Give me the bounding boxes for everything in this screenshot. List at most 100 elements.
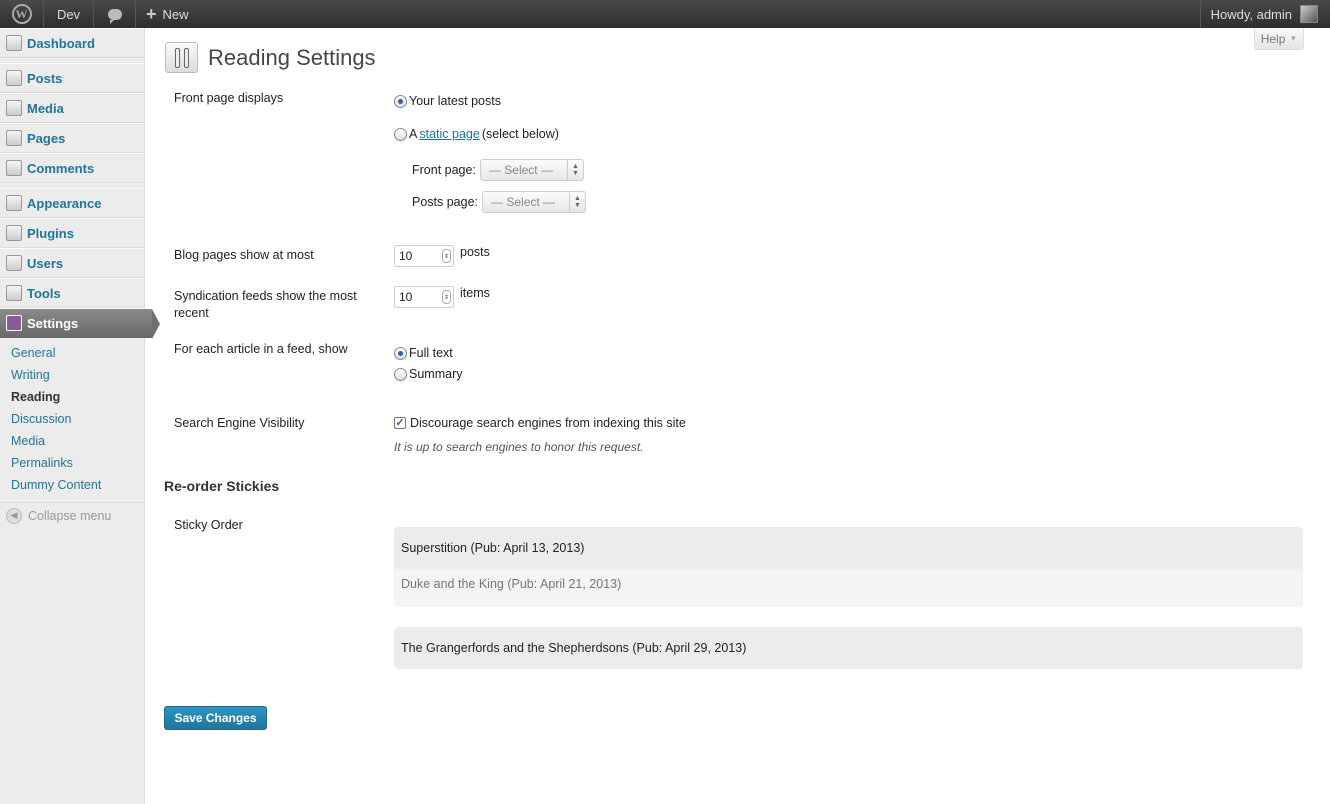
settings-icon [6, 315, 22, 331]
radio-label: A [409, 127, 418, 141]
sidebar-item-tools[interactable]: Tools [0, 278, 144, 308]
front-page-label: Front page displays [174, 91, 284, 105]
sidebar-item-posts[interactable]: Posts [0, 63, 144, 93]
radio-label: Full text [409, 346, 453, 360]
submenu-discussion[interactable]: Discussion [0, 408, 144, 430]
avatar [1300, 5, 1318, 23]
radio-label-suffix: (select below) [481, 127, 559, 141]
save-changes-button[interactable]: Save Changes [164, 706, 267, 730]
sidebar-item-pages[interactable]: Pages [0, 123, 144, 153]
static-page-link[interactable]: static page [419, 127, 479, 141]
main-content: Help ▼ Reading Settings Front page displ… [145, 28, 1330, 804]
sidebar-item-label: Settings [27, 315, 79, 331]
my-account-menu[interactable]: Howdy, admin [1199, 0, 1330, 28]
syndication-label: Syndication feeds show the most recent [174, 289, 357, 320]
reorder-stickies-heading: Re-order Stickies [164, 478, 280, 494]
help-label: Help [1260, 31, 1286, 46]
plus-icon: + [146, 4, 157, 24]
new-label: New [162, 6, 189, 22]
sidebar-item-label: Appearance [27, 195, 102, 211]
sidebar-item-label: Posts [27, 70, 63, 86]
comments-button[interactable] [94, 0, 136, 28]
sticky-order-label: Sticky Order [174, 518, 243, 532]
dashboard-icon [6, 35, 22, 51]
sidebar-item-users[interactable]: Users [0, 248, 144, 278]
blog-pages-label: Blog pages show at most [174, 248, 314, 262]
checkbox-label: Discourage search engines from indexing … [410, 416, 686, 430]
collapse-menu-button[interactable]: ◀ Collapse menu [0, 502, 144, 528]
blog-pages-field: 10 ⇕ posts [394, 245, 490, 267]
radio-button-selected[interactable] [394, 346, 407, 360]
blog-pages-input[interactable]: 10 ⇕ [394, 245, 454, 267]
site-name-link[interactable]: Dev [44, 0, 94, 28]
syndication-field: 10 ⇕ items [394, 286, 490, 308]
submenu-general[interactable]: General [0, 342, 144, 364]
radio-static-page[interactable]: A static page (select below) [394, 127, 559, 141]
submenu-permalinks[interactable]: Permalinks [0, 452, 144, 474]
submenu-dummy-content[interactable]: Dummy Content [0, 474, 144, 496]
submenu-media[interactable]: Media [0, 430, 144, 452]
tools-icon [6, 285, 22, 301]
sticky-item[interactable]: Superstition (Pub: April 13, 2013) [394, 527, 1303, 569]
front-page-select-label: Front page: [412, 163, 476, 177]
radio-latest-posts[interactable]: Your latest posts [394, 94, 501, 108]
sidebar-item-media[interactable]: Media [0, 93, 144, 123]
sidebar-item-label: Pages [27, 130, 66, 146]
select-value: — Select — [488, 163, 553, 177]
sidebar-item-comments[interactable]: Comments [0, 153, 144, 183]
syndication-input[interactable]: 10 ⇕ [394, 286, 454, 308]
front-page-select-row: Front page: — Select — ▲ ▼ [412, 159, 584, 181]
checkbox-checked[interactable]: ✓ [394, 417, 406, 429]
new-content-button[interactable]: + New [136, 0, 199, 28]
search-engine-label: Search Engine Visibility [174, 416, 305, 430]
number-value: 10 [399, 290, 413, 304]
sidebar-item-dashboard[interactable]: Dashboard [0, 28, 144, 58]
help-button[interactable]: Help ▼ [1254, 28, 1304, 50]
sidebar-item-label: Comments [27, 160, 95, 176]
radio-button-selected[interactable] [394, 94, 407, 108]
front-page-select[interactable]: — Select — ▲ ▼ [479, 159, 584, 181]
pages-icon [6, 130, 22, 146]
sticky-item[interactable]: Duke and the King (Pub: April 21, 2013) [394, 569, 1303, 607]
sidebar-item-plugins[interactable]: Plugins [0, 218, 144, 248]
admin-sidebar: Dashboard Posts Media Pages Comments App… [0, 28, 160, 804]
submenu-writing[interactable]: Writing [0, 364, 144, 386]
spinner-icon[interactable]: ⇕ [442, 249, 451, 263]
sidebar-item-label: Dashboard [27, 35, 95, 51]
posts-page-select[interactable]: — Select — ▲ ▼ [482, 191, 587, 213]
spinner-icon[interactable]: ⇕ [442, 290, 451, 304]
wordpress-logo-button[interactable]: W [0, 0, 44, 28]
chevron-down-icon: ▼ [1289, 34, 1298, 43]
collapse-arrow-icon: ◀ [6, 507, 22, 524]
sidebar-item-label: Media [27, 100, 64, 116]
submenu-reading[interactable]: Reading [0, 386, 144, 408]
admin-bar: W Dev + New Howdy, admin [0, 0, 1330, 28]
radio-button[interactable] [394, 127, 407, 141]
sidebar-item-appearance[interactable]: Appearance [0, 188, 144, 218]
plugin-icon [6, 225, 22, 241]
select-value: — Select — [491, 195, 556, 209]
radio-button[interactable] [394, 367, 407, 381]
posts-page-select-row: Posts page: — Select — ▲ ▼ [412, 191, 587, 213]
radio-label: Summary [409, 367, 463, 381]
sidebar-item-label: Plugins [27, 225, 74, 241]
howdy-text: Howdy, admin [1210, 6, 1292, 22]
media-icon [6, 100, 22, 116]
syndication-unit: items [460, 286, 490, 300]
radio-full-text[interactable]: Full text [394, 346, 453, 360]
wordpress-logo-icon: W [11, 4, 32, 24]
comments-icon [6, 160, 22, 176]
radio-summary[interactable]: Summary [394, 367, 462, 381]
select-arrows-icon: ▲ ▼ [566, 160, 583, 180]
users-icon [6, 255, 22, 271]
discourage-search-checkbox-row[interactable]: ✓ Discourage search engines from indexin… [394, 416, 686, 430]
page-header: Reading Settings [165, 42, 376, 73]
collapse-label: Collapse menu [28, 508, 112, 523]
blog-pages-unit: posts [460, 245, 490, 259]
sticky-group: The Grangerfords and the Shepherdsons (P… [394, 627, 1303, 669]
appearance-icon [6, 195, 22, 211]
sidebar-item-settings[interactable]: Settings [0, 308, 160, 339]
sticky-item[interactable]: The Grangerfords and the Shepherdsons (P… [394, 627, 1303, 669]
pin-icon [6, 70, 22, 86]
sticky-group: Superstition (Pub: April 13, 2013) Duke … [394, 527, 1303, 607]
